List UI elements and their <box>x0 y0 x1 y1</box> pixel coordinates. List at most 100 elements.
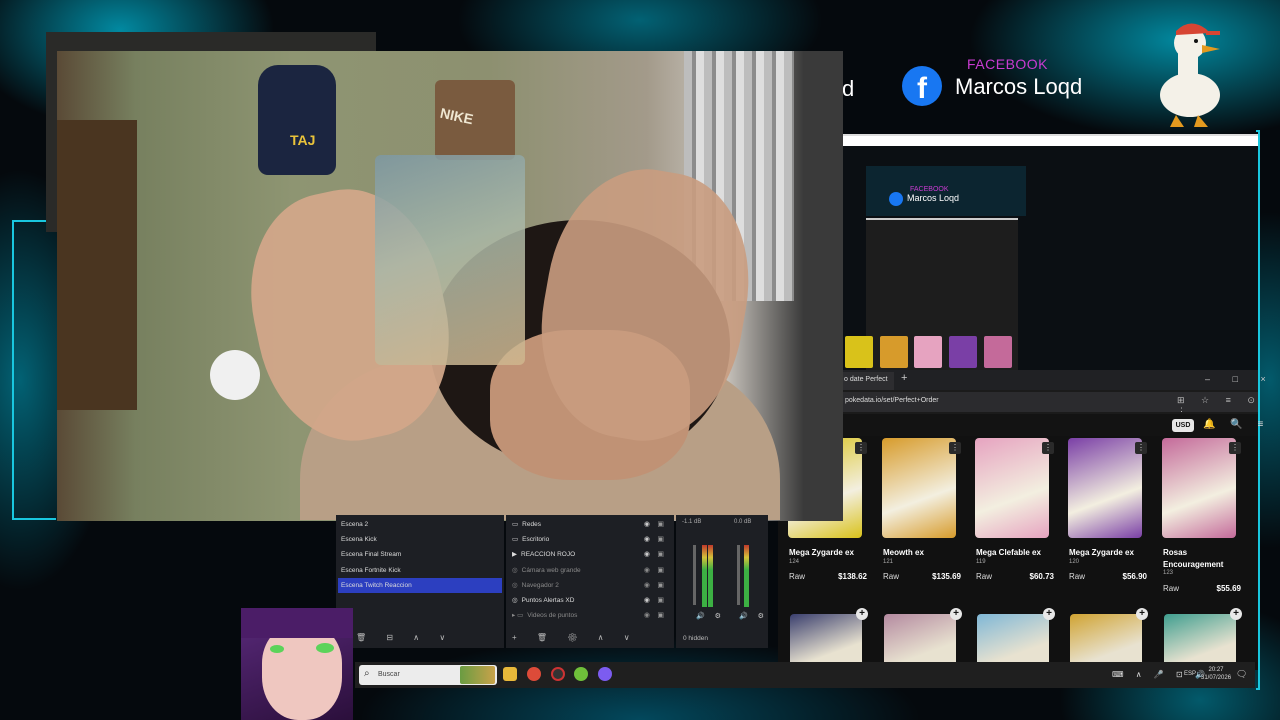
card-menu-icon[interactable]: ⋮ <box>855 442 867 454</box>
card-name[interactable]: Meowth ex <box>883 547 968 559</box>
eye-off-icon[interactable]: ◉ <box>644 611 650 619</box>
scene-item[interactable]: Escena Kick <box>338 532 502 547</box>
search-placeholder[interactable]: Buscar <box>378 671 400 678</box>
lock-icon[interactable]: ▣ <box>657 550 664 558</box>
card-number: 124 <box>789 559 800 565</box>
chrome-icon[interactable] <box>527 667 541 681</box>
card-image[interactable] <box>1162 438 1236 538</box>
source-type-icon: ▭ <box>512 521 519 528</box>
source-item[interactable]: ▶ REACCION ROJO ◉ ▣ <box>510 547 670 562</box>
source-type-icon: ▶ <box>512 551 517 559</box>
window-controls[interactable]: – □ × <box>1205 374 1276 384</box>
browser-tab[interactable]: o date Perfect <box>842 372 894 390</box>
card-name[interactable]: Rosas Encouragement <box>1163 547 1248 571</box>
scenes-toolbar[interactable]: 🗑 ⊟ ∧ ∨ <box>336 630 504 648</box>
lock-icon[interactable]: ▣ <box>657 535 664 543</box>
source-item[interactable]: ◎ Puntos Alertas XD ◉ ▣ <box>510 593 670 608</box>
volume-fader[interactable] <box>737 545 740 605</box>
card-image[interactable] <box>790 614 862 666</box>
add-card-button[interactable]: + <box>1230 608 1242 620</box>
clock-time: 20:27 <box>1208 667 1224 673</box>
page-header <box>842 414 1258 436</box>
nested-facebook-icon <box>889 192 903 206</box>
new-tab-button[interactable]: + <box>901 372 907 384</box>
clock[interactable]: 20:27 31/07/2026 <box>1201 666 1231 682</box>
source-name: Videos de puntos <box>527 612 578 620</box>
scene-item[interactable]: Escena 2 <box>338 517 502 532</box>
mixer-controls[interactable]: 🔊 ⚙ <box>696 612 725 620</box>
language-indicator[interactable]: ESP <box>1184 671 1196 677</box>
sources-toolbar[interactable]: + 🗑 ⚙ ∧ ∨ <box>506 630 674 648</box>
app-icon[interactable] <box>574 667 588 681</box>
card-price: $56.90 <box>1122 572 1147 581</box>
eye-off-icon[interactable]: ◉ <box>644 566 650 574</box>
browser-titlebar <box>842 136 1258 146</box>
card-condition: Raw <box>883 572 900 581</box>
card-name[interactable]: Mega Zygarde ex <box>789 547 874 559</box>
frame-line-left <box>12 220 56 520</box>
source-name: REACCION ROJO <box>521 551 576 559</box>
scene-item[interactable]: Escena Twitch Reaccion <box>338 577 502 593</box>
card-image[interactable] <box>975 438 1049 538</box>
volume-fader[interactable] <box>693 545 696 605</box>
eye-off-icon[interactable]: ◉ <box>644 581 650 589</box>
lock-icon[interactable]: ▣ <box>657 596 664 604</box>
eye-icon[interactable]: ◉ <box>644 535 650 543</box>
card-number: 121 <box>883 559 894 565</box>
url-text[interactable]: pokedata.io/set/Perfect+Order <box>845 397 939 404</box>
scene-item[interactable]: Escena Fortnite Kick <box>338 563 502 578</box>
card-image[interactable] <box>882 438 956 538</box>
card-name[interactable]: Mega Clefable ex <box>976 547 1061 559</box>
header-icons[interactable]: 🔔 🔍 ≡ <box>1203 419 1269 430</box>
card-menu-icon[interactable]: ⋮ <box>1135 442 1147 454</box>
card-menu-icon[interactable]: ⋮ <box>949 442 961 454</box>
backpack <box>258 65 336 175</box>
source-item[interactable]: ▭ Escritorio ◉ ▣ <box>510 532 670 547</box>
vtuber-face <box>262 625 342 720</box>
lock-icon[interactable]: ▣ <box>657 611 664 619</box>
card-number: 120 <box>1069 559 1080 565</box>
add-card-button[interactable]: + <box>1136 608 1148 620</box>
source-name: Redes <box>522 521 541 528</box>
card-number: 119 <box>976 559 986 565</box>
eye-icon[interactable]: ◉ <box>644 550 650 558</box>
mini-card <box>880 336 908 368</box>
mixer-controls[interactable]: 🔊 ⚙ <box>739 612 768 620</box>
lock-icon[interactable]: ▣ <box>657 581 664 589</box>
mini-card <box>914 336 942 368</box>
add-card-button[interactable]: + <box>1043 608 1055 620</box>
source-item[interactable]: ◎ Navegador 2 ◉ ▣ <box>510 578 670 593</box>
card-image[interactable] <box>977 614 1049 666</box>
lock-icon[interactable]: ▣ <box>657 566 664 574</box>
lock-icon[interactable]: ▣ <box>657 520 664 528</box>
card-image[interactable] <box>884 614 956 666</box>
backpack-text: TAJ <box>290 132 316 148</box>
mini-card <box>845 336 873 368</box>
source-name: Escritorio <box>522 536 550 544</box>
currency-button[interactable]: USD <box>1172 419 1194 432</box>
file-explorer-icon[interactable] <box>503 667 517 681</box>
facebook-icon: f <box>902 66 942 106</box>
app-icon[interactable] <box>598 667 612 681</box>
card-name[interactable]: Mega Zygarde ex <box>1069 547 1154 559</box>
add-card-button[interactable]: + <box>950 608 962 620</box>
obs-icon[interactable] <box>551 667 565 681</box>
card-menu-icon[interactable]: ⋮ <box>1042 442 1054 454</box>
search-icon: ⌕ <box>364 668 370 679</box>
card-image[interactable] <box>1068 438 1142 538</box>
card-condition: Raw <box>1163 584 1180 593</box>
add-card-button[interactable]: + <box>856 608 868 620</box>
card-number: 123 <box>1163 570 1174 576</box>
eye-icon[interactable]: ◉ <box>644 596 650 604</box>
mixer-hidden-count: 0 hidden <box>676 630 768 648</box>
source-item[interactable]: ◎ Cámara web grande ◉ ▣ <box>510 563 670 578</box>
source-item[interactable]: ▭ Redes ◉ ▣ <box>510 517 670 532</box>
card-price: $138.62 <box>838 572 867 581</box>
source-item[interactable]: ▸ ▭ Videos de puntos ◉ ▣ <box>510 608 670 623</box>
card-menu-icon[interactable]: ⋮ <box>1229 442 1241 454</box>
card-image[interactable] <box>1070 614 1142 666</box>
scene-item[interactable]: Escena Final Stream <box>338 547 502 562</box>
eye-icon[interactable]: ◉ <box>644 520 650 528</box>
notification-icon[interactable]: 🗨 <box>1236 669 1247 680</box>
card-image[interactable] <box>1164 614 1236 666</box>
